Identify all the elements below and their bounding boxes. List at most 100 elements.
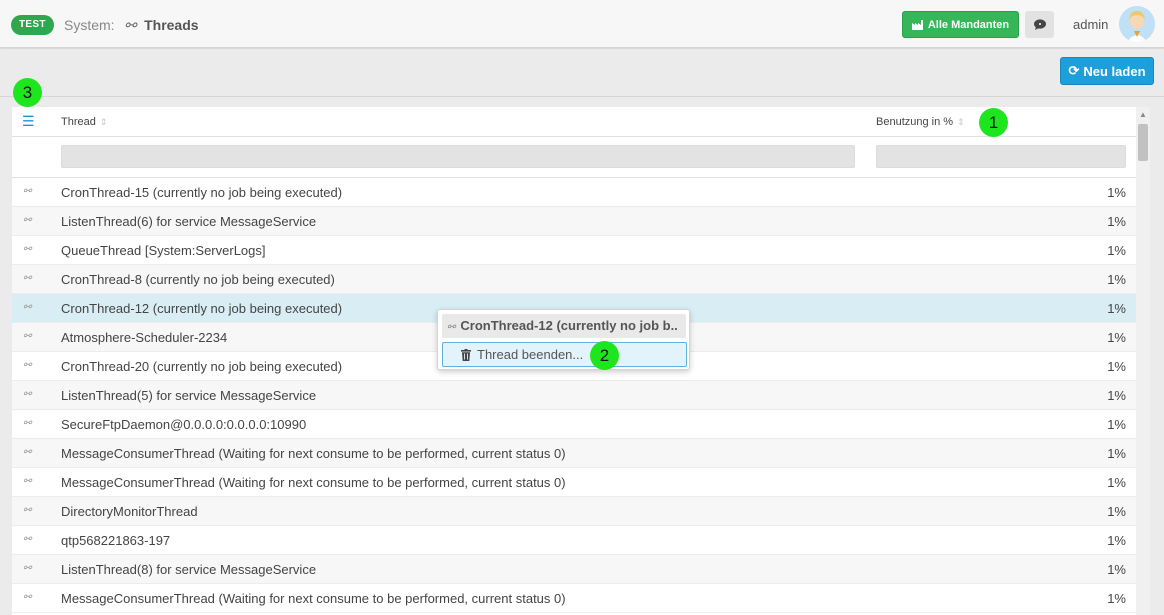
- usage-value: 1%: [1107, 330, 1126, 345]
- column-menu-icon[interactable]: ☰: [22, 113, 35, 130]
- terminate-thread-label: Thread beenden...: [477, 347, 584, 362]
- annotation-marker-1: 1: [979, 108, 1008, 137]
- usage-value: 1%: [1107, 417, 1126, 432]
- thread-name: ListenThread(6) for service MessageServi…: [61, 214, 317, 229]
- sort-icon: ⇕: [99, 117, 108, 127]
- usage-value: 1%: [1107, 591, 1126, 606]
- factory-icon: [911, 19, 923, 30]
- table-row[interactable]: ⚯ MessageConsumerThread (Waiting for next…: [12, 468, 1136, 497]
- thread-name: MessageConsumerThread (Waiting for next …: [61, 446, 566, 461]
- link-icon: ⚯: [23, 302, 32, 313]
- usage-value: 1%: [1107, 533, 1126, 548]
- link-icon: ⚯: [23, 331, 32, 342]
- breadcrumb-section: System:: [64, 17, 115, 33]
- thread-name: CronThread-15 (currently no job being ex…: [61, 185, 343, 200]
- thread-name: MessageConsumerThread (Waiting for next …: [61, 591, 566, 606]
- thread-name: ListenThread(8) for service MessageServi…: [61, 562, 317, 577]
- thread-name: SecureFtpDaemon@0.0.0.0:0.0.0.0:10990: [61, 417, 307, 432]
- chat-bubble-icon: [1033, 19, 1046, 30]
- column-header-usage[interactable]: Benutzung in % ⇕: [876, 116, 965, 128]
- table-row[interactable]: ⚯ ListenThread(8) for service MessageServ…: [12, 555, 1136, 584]
- scroll-up-icon[interactable]: ▲: [1139, 110, 1147, 119]
- link-icon: ⚯: [23, 389, 32, 400]
- column-usage-label: Benutzung in %: [876, 116, 954, 128]
- annotation-marker-3: 3: [13, 78, 42, 107]
- context-menu-title-text: CronThread-12 (currently no job b..: [460, 318, 678, 333]
- link-icon: ⚯: [23, 534, 32, 545]
- user-avatar-icon: [1119, 6, 1155, 42]
- table-row[interactable]: ⚯ MessageConsumerThread (Waiting for next…: [12, 584, 1136, 613]
- link-icon: ⚯: [23, 505, 32, 516]
- context-menu: ⚯ CronThread-12 (currently no job b.. Thr…: [437, 309, 690, 370]
- link-icon: ⚯: [23, 244, 32, 255]
- toolbar: ⟳ Neu laden: [0, 49, 1164, 97]
- breadcrumb: System: ⚯ Threads: [64, 17, 199, 34]
- table-row[interactable]: ⚯ DirectoryMonitorThread 1%: [12, 497, 1136, 526]
- all-clients-button[interactable]: Alle Mandanten: [902, 11, 1019, 38]
- usage-value: 1%: [1107, 214, 1126, 229]
- usage-value: 1%: [1107, 301, 1126, 316]
- table-row[interactable]: ⚯ qtp568221863-197 1%: [12, 526, 1136, 555]
- top-bar: TEST System: ⚯ Threads Alle Mandanten ad…: [0, 0, 1164, 48]
- scroll-thumb[interactable]: [1138, 124, 1148, 161]
- environment-badge: TEST: [11, 15, 54, 35]
- avatar[interactable]: [1119, 6, 1155, 42]
- usage-value: 1%: [1107, 388, 1126, 403]
- vertical-scrollbar[interactable]: ▲: [1136, 107, 1150, 615]
- reload-button[interactable]: ⟳ Neu laden: [1060, 57, 1154, 85]
- table-row[interactable]: ⚯ MessageConsumerThread (Waiting for next…: [12, 439, 1136, 468]
- filter-row: [12, 137, 1136, 178]
- context-menu-title: ⚯ CronThread-12 (currently no job b..: [442, 314, 686, 338]
- thread-name: MessageConsumerThread (Waiting for next …: [61, 475, 566, 490]
- link-icon: ⚯: [23, 592, 32, 603]
- thread-name: CronThread-8 (currently no job being exe…: [61, 272, 335, 287]
- thread-name: Atmosphere-Scheduler-2234: [61, 330, 228, 345]
- table-row[interactable]: ⚯ QueueThread [System:ServerLogs] 1%: [12, 236, 1136, 265]
- chat-button[interactable]: [1025, 11, 1054, 38]
- column-thread-label: Thread: [61, 116, 96, 128]
- link-icon: ⚯: [23, 447, 32, 458]
- link-icon: ⚯: [23, 476, 32, 487]
- usage-value: 1%: [1107, 446, 1126, 461]
- thread-name: QueueThread [System:ServerLogs]: [61, 243, 266, 258]
- link-icon: ⚯: [23, 215, 32, 226]
- link-icon: ⚯: [124, 17, 137, 33]
- annotation-marker-2: 2: [590, 341, 619, 370]
- reload-label: Neu laden: [1083, 63, 1146, 79]
- column-header-thread[interactable]: Thread ⇕: [61, 116, 107, 128]
- table-row[interactable]: ⚯ CronThread-8 (currently no job being ex…: [12, 265, 1136, 294]
- table-row[interactable]: ⚯ SecureFtpDaemon@0.0.0.0:0.0.0.0:10990 1%: [12, 410, 1136, 439]
- usage-filter-input[interactable]: [876, 145, 1126, 168]
- link-icon: ⚯: [23, 360, 32, 371]
- usage-value: 1%: [1107, 504, 1126, 519]
- table-row[interactable]: ⚯ ListenThread(5) for service MessageServ…: [12, 381, 1136, 410]
- link-icon: ⚯: [447, 322, 456, 333]
- refresh-icon: ⟳: [1068, 63, 1080, 78]
- usage-value: 1%: [1107, 243, 1126, 258]
- page-title: Threads: [144, 17, 199, 33]
- table-row[interactable]: ⚯ CronThread-15 (currently no job being e…: [12, 178, 1136, 207]
- thread-filter-input[interactable]: [61, 145, 855, 168]
- grid-header: ☰ Thread ⇕ Benutzung in % ⇕: [12, 107, 1136, 137]
- terminate-thread-menu-item[interactable]: Thread beenden...: [442, 342, 687, 367]
- thread-name: DirectoryMonitorThread: [61, 504, 198, 519]
- usage-value: 1%: [1107, 272, 1126, 287]
- all-clients-label: Alle Mandanten: [927, 18, 1010, 31]
- user-name[interactable]: admin: [1073, 17, 1108, 32]
- table-row[interactable]: ⚯ ListenThread(6) for service MessageServ…: [12, 207, 1136, 236]
- usage-value: 1%: [1107, 562, 1126, 577]
- thread-name: CronThread-12 (currently no job being ex…: [61, 301, 343, 316]
- usage-value: 1%: [1107, 185, 1126, 200]
- usage-value: 1%: [1107, 475, 1126, 490]
- link-icon: ⚯: [23, 418, 32, 429]
- thread-name: ListenThread(5) for service MessageServi…: [61, 388, 317, 403]
- link-icon: ⚯: [23, 563, 32, 574]
- link-icon: ⚯: [23, 273, 32, 284]
- link-icon: ⚯: [23, 186, 32, 197]
- grid-body: ⚯ CronThread-15 (currently no job being e…: [12, 178, 1136, 613]
- trash-icon: [461, 348, 471, 361]
- thread-name: qtp568221863-197: [61, 533, 171, 548]
- sort-icon: ⇕: [957, 117, 965, 127]
- usage-value: 1%: [1107, 359, 1126, 374]
- thread-name: CronThread-20 (currently no job being ex…: [61, 359, 343, 374]
